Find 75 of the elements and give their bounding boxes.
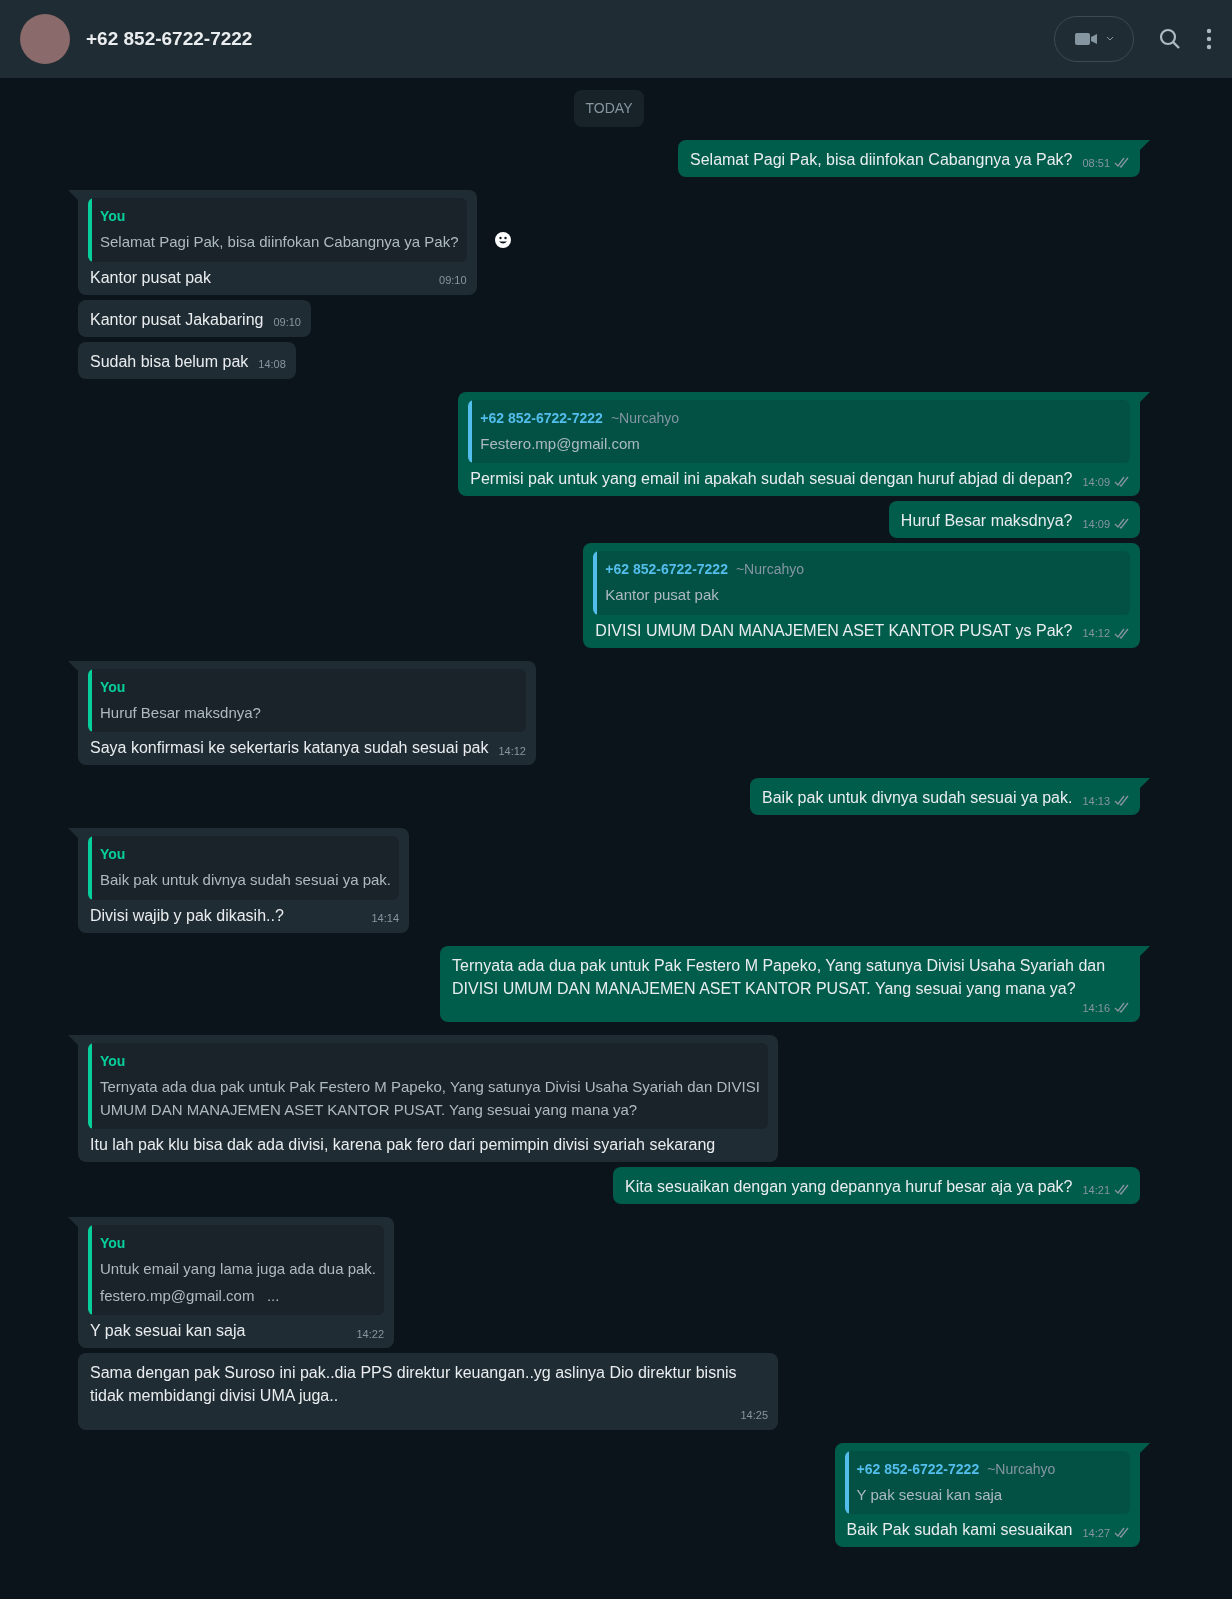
quote-author: +62 852-6722-7222 [480, 408, 603, 428]
message-text: Ternyata ada dua pak untuk Pak Festero M Papeko, Yang satunya Divisi Usaha Syariah dan DIVISI UMUM DAN MANAJEMEN ASET KANTOR PUSAT. Yang sesuai yang mana ya? [451, 955, 1107, 999]
quote-alias: ~Nurcahyo [610, 408, 679, 428]
message-time: 09:10 [439, 273, 467, 288]
menu-icon[interactable] [1206, 28, 1212, 50]
message-text: Baik Pak sudah kami sesuaikan [845, 1520, 1074, 1540]
message-text: Saya konfirmasi ke sekertaris katanya sudah sesuai pak [89, 738, 490, 758]
quote-text: Baik pak untuk divnya sudah sesuai ya pak. [100, 870, 391, 890]
video-camera-icon [1074, 31, 1098, 47]
quote-text: festero.mp@gmail.com ... [100, 1285, 281, 1306]
double-check-icon [1114, 1527, 1130, 1539]
quote-author: You [100, 207, 126, 226]
quoted-message[interactable]: You Untuk email yang lama juga ada dua pak. festero.mp@gmail.com ... [88, 1225, 384, 1315]
message-time: 14:09 [1082, 516, 1110, 532]
message-text: Sama dengan pak Suroso ini pak..dia PPS direktur keuangan..yg aslinya Dio direktur bisnis tidak membidangi divisi UMA juga.. [89, 1363, 738, 1406]
message-text: Kita sesuaikan dengan yang depannya huruf besar aja ya pak? [624, 1177, 1074, 1197]
message-time: 14:22 [356, 1326, 384, 1342]
caret-icon [1106, 36, 1114, 42]
quote-author: You [100, 1052, 126, 1071]
quoted-message[interactable]: +62 852-6722-7222 ~Nurcahyo Kantor pusat pak [593, 551, 1130, 615]
contact-name[interactable]: +62 852-6722-7222 [86, 24, 253, 54]
search-icon[interactable] [1158, 27, 1182, 51]
message-time: 14:09 [1082, 474, 1110, 490]
quote-text: Kantor pusat pak [605, 585, 720, 605]
quoted-message[interactable]: You Ternyata ada dua pak untuk Pak Festero M Papeko, Yang satunya Divisi Usaha Syariah dan DIVISI UMUM DAN MANAJEMEN ASET KANTOR PUSAT. Yang sesuai yang mana ya? [88, 1043, 768, 1129]
message-text: Kantor pusat Jakabaring [89, 309, 265, 330]
date-chip: TODAY [573, 90, 645, 127]
double-check-icon [1114, 518, 1130, 530]
quote-text: Untuk email yang lama juga ada dua pak. [100, 1259, 376, 1279]
message-text: Permisi pak untuk yang email ini apakah sudah sesuai dengan huruf abjad di depan? [469, 469, 1074, 489]
quoted-message[interactable]: You Baik pak untuk divnya sudah sesuai ya pak. [88, 836, 399, 900]
message-text: Divisi wajib y pak dikasih..? [89, 905, 285, 926]
quote-text: Huruf Besar maksdnya? [100, 702, 261, 723]
double-check-icon [1114, 1002, 1130, 1014]
double-check-icon [1114, 627, 1130, 639]
smiley-icon [493, 231, 512, 249]
message-text: DIVISI UMUM DAN MANAJEMEN ASET KANTOR PUSAT ys Pak? [594, 620, 1074, 641]
quote-alias: ~Nurcahyo [987, 1459, 1056, 1479]
quote-text: Ternyata ada dua pak untuk Pak Festero M Papeko, Yang satunya Divisi Usaha Syariah dan DIVISI UMUM DAN MANAJEMEN ASET KANTOR PUSAT. Yang sesuai yang mana ya? [100, 1077, 760, 1120]
message-time: 08:51 [1082, 155, 1110, 171]
quoted-message[interactable]: +62 852-6722-7222 ~Nurcahyo Festero.mp@gmail.com [468, 399, 1130, 463]
message-text: Selamat Pagi Pak, bisa diinfokan Cabangnya ya Pak? [689, 150, 1074, 170]
quoted-message[interactable]: You Huruf Besar maksdnya? [88, 668, 526, 732]
double-check-icon [1114, 1184, 1130, 1196]
message-text: Y pak sesuai kan saja [89, 1321, 247, 1341]
double-check-icon [1114, 795, 1130, 807]
message-time: 09:10 [273, 315, 301, 330]
message-time: 14:12 [1082, 626, 1110, 641]
quote-author: +62 852-6722-7222 [856, 1459, 980, 1479]
avatar[interactable] [20, 14, 70, 64]
quote-alias: ~Nurcahyo [735, 560, 805, 579]
double-check-icon [1114, 476, 1130, 488]
message-time: 14:21 [1082, 1182, 1110, 1198]
message-time: 14:25 [740, 1408, 768, 1423]
double-check-icon [1114, 157, 1130, 169]
quote-author: You [100, 1234, 126, 1253]
message-time: 14:27 [1082, 1525, 1110, 1541]
message-time: 14:14 [371, 911, 399, 926]
message-time: 14:08 [258, 357, 286, 372]
message-text: Baik pak untuk divnya sudah sesuai ya pak. [761, 788, 1074, 808]
message-text: Sudah bisa belum pak [89, 351, 250, 372]
message-time: 14:12 [498, 743, 526, 759]
quote-author: +62 852-6722-7222 [605, 560, 728, 579]
quoted-message[interactable]: +62 852-6722-7222 ~Nurcahyo Y pak sesuai kan saja [844, 1450, 1130, 1514]
message-text: Huruf Besar maksdnya? [899, 511, 1074, 531]
message-text: Kantor pusat pak [89, 267, 212, 288]
message-time: 14:16 [1082, 1000, 1110, 1016]
message-text: Itu lah pak klu bisa dak ada divisi, karena pak fero dari pemimpin divisi syariah sekarang [89, 1135, 717, 1155]
quote-author: You [100, 677, 126, 697]
quote-text: Festero.mp@gmail.com [480, 433, 641, 454]
message-time: 14:13 [1082, 793, 1110, 809]
quoted-message[interactable]: You Selamat Pagi Pak, bisa diinfokan Cabangnya ya Pak? [88, 198, 467, 262]
quote-text: Y pak sesuai kan saja [856, 1484, 1004, 1505]
quote-text: Selamat Pagi Pak, bisa diinfokan Cabangnya ya Pak? [100, 232, 459, 252]
quote-author: You [100, 845, 126, 864]
